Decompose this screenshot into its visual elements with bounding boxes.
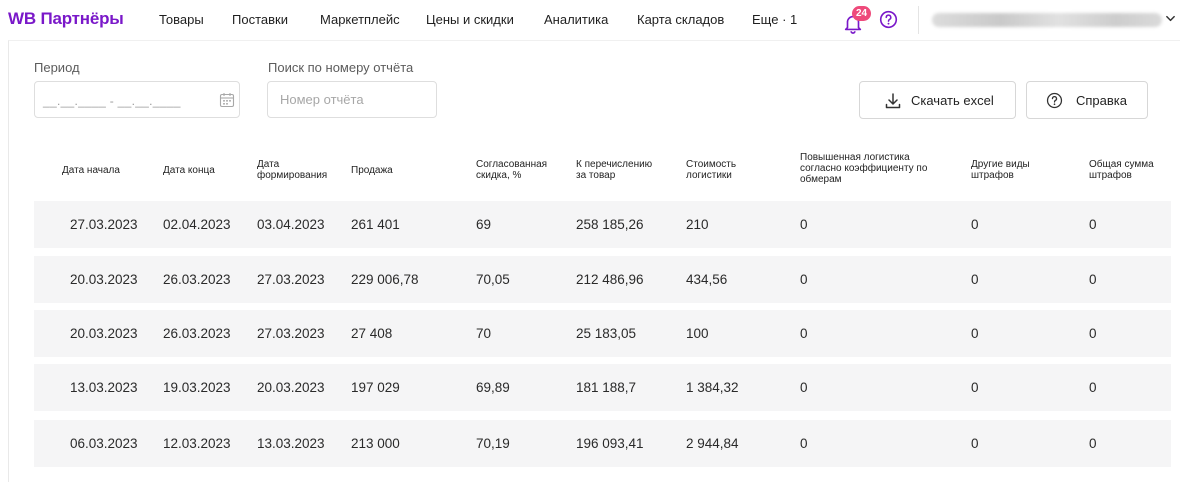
nav-divider (918, 6, 919, 34)
cell-increased-logistics: 0 (800, 380, 808, 395)
download-excel-button[interactable]: Скачать excel (859, 81, 1016, 119)
cell-payout: 196 093,41 (576, 436, 644, 451)
report-search-label: Поиск по номеру отчёта (268, 60, 414, 75)
account-name-redacted (932, 13, 1162, 27)
nav-item-warehouse-map[interactable]: Карта складов (637, 12, 724, 27)
nav-item-goods[interactable]: Товары (159, 12, 204, 27)
table-row[interactable]: 13.03.2023 19.03.2023 20.03.2023 197 029… (34, 364, 1171, 411)
cell-agreed-discount: 70,05 (476, 272, 510, 287)
table-row[interactable]: 27.03.2023 02.04.2023 03.04.2023 261 401… (34, 201, 1171, 248)
cell-increased-logistics: 0 (800, 217, 808, 232)
nav-item-more[interactable]: Еще · 1 (752, 12, 797, 27)
cell-payout: 181 188,7 (576, 380, 637, 395)
cell-creation-date: 13.03.2023 (257, 436, 325, 451)
cell-creation-date: 03.04.2023 (257, 217, 325, 232)
cell-payout: 25 183,05 (576, 326, 637, 341)
download-excel-label: Скачать excel (911, 93, 994, 108)
question-circle-icon (1046, 92, 1063, 109)
report-search-field (267, 81, 437, 118)
table-row[interactable]: 20.03.2023 26.03.2023 27.03.2023 27 408 … (34, 310, 1171, 357)
column-header-payout-for-goods[interactable]: К перечислению за товар (576, 159, 676, 181)
nav-item-prices-discounts[interactable]: Цены и скидки (426, 12, 514, 27)
cell-other-penalties: 0 (971, 272, 979, 287)
cell-end-date: 26.03.2023 (163, 326, 231, 341)
cell-start-date: 13.03.2023 (70, 380, 138, 395)
column-header-other-penalties[interactable]: Другие виды штрафов (971, 159, 1071, 181)
calendar-icon[interactable] (219, 92, 235, 108)
cell-sales: 229 006,78 (351, 272, 419, 287)
cell-total-penalties: 0 (1089, 217, 1097, 232)
period-date-mask: __.__.____ - __.__.____ (43, 94, 181, 108)
period-label: Период (34, 60, 80, 75)
cell-total-penalties: 0 (1089, 272, 1097, 287)
help-label: Справка (1076, 93, 1127, 108)
cell-logistics-cost: 2 944,84 (686, 436, 739, 451)
cell-creation-date: 20.03.2023 (257, 380, 325, 395)
column-header-total-penalties[interactable]: Общая сумма штрафов (1089, 159, 1180, 181)
help-button[interactable]: Справка (1026, 81, 1148, 119)
column-header-sales[interactable]: Продажа (351, 165, 441, 176)
cell-logistics-cost: 1 384,32 (686, 380, 739, 395)
cell-end-date: 26.03.2023 (163, 272, 231, 287)
report-number-input[interactable] (268, 82, 436, 117)
cell-other-penalties: 0 (971, 436, 979, 451)
cell-start-date: 20.03.2023 (70, 326, 138, 341)
cell-payout: 212 486,96 (576, 272, 644, 287)
cell-agreed-discount: 70,19 (476, 436, 510, 451)
nav-item-marketplace[interactable]: Маркетплейс (320, 12, 400, 27)
cell-logistics-cost: 100 (686, 326, 709, 341)
cell-end-date: 19.03.2023 (163, 380, 231, 395)
chevron-down-icon[interactable] (1165, 13, 1176, 24)
column-header-creation-date[interactable]: Дата формирования (257, 159, 347, 181)
account-name[interactable] (932, 11, 1164, 28)
cell-increased-logistics: 0 (800, 326, 808, 341)
cell-sales: 213 000 (351, 436, 400, 451)
cell-creation-date: 27.03.2023 (257, 326, 325, 341)
cell-start-date: 20.03.2023 (70, 272, 138, 287)
cell-agreed-discount: 69 (476, 217, 492, 232)
column-header-logistics-cost[interactable]: Стоимость логистики (686, 159, 776, 181)
notifications-badge: 24 (852, 6, 871, 21)
nav-item-analytics[interactable]: Аналитика (544, 12, 608, 27)
cell-other-penalties: 0 (971, 217, 979, 232)
cell-start-date: 06.03.2023 (70, 436, 138, 451)
table-row[interactable]: 20.03.2023 26.03.2023 27.03.2023 229 006… (34, 256, 1171, 303)
cell-logistics-cost: 210 (686, 217, 709, 232)
cell-creation-date: 27.03.2023 (257, 272, 325, 287)
cell-increased-logistics: 0 (800, 436, 808, 451)
table-row[interactable]: 06.03.2023 12.03.2023 13.03.2023 213 000… (34, 420, 1171, 467)
cell-agreed-discount: 70 (476, 326, 492, 341)
cell-logistics-cost: 434,56 (686, 272, 728, 287)
period-date-range-input[interactable]: __.__.____ - __.__.____ (34, 81, 240, 118)
question-circle-icon[interactable] (879, 10, 898, 29)
cell-payout: 258 185,26 (576, 217, 644, 232)
top-navigation: WB Партнёры Товары Поставки Маркетплейс … (0, 0, 1180, 40)
column-header-end-date[interactable]: Дата конца (163, 165, 253, 176)
column-header-increased-logistics[interactable]: Повышенная логистика согласно коэффициен… (800, 152, 950, 185)
cell-total-penalties: 0 (1089, 326, 1097, 341)
cell-total-penalties: 0 (1089, 380, 1097, 395)
notifications-button[interactable]: 24 (842, 6, 871, 34)
nav-item-supplies[interactable]: Поставки (232, 12, 288, 27)
cell-start-date: 27.03.2023 (70, 217, 138, 232)
cell-agreed-discount: 69,89 (476, 380, 510, 395)
cell-sales: 261 401 (351, 217, 400, 232)
cell-end-date: 12.03.2023 (163, 436, 231, 451)
cell-increased-logistics: 0 (800, 272, 808, 287)
cell-other-penalties: 0 (971, 326, 979, 341)
logo[interactable]: WB Партнёры (8, 9, 124, 29)
cell-sales: 197 029 (351, 380, 400, 395)
cell-other-penalties: 0 (971, 380, 979, 395)
cell-end-date: 02.04.2023 (163, 217, 231, 232)
cell-sales: 27 408 (351, 326, 393, 341)
download-icon (885, 93, 901, 109)
cell-total-penalties: 0 (1089, 436, 1097, 451)
column-header-start-date[interactable]: Дата начала (62, 165, 152, 176)
column-header-agreed-discount[interactable]: Согласованная скидка, % (476, 159, 571, 181)
